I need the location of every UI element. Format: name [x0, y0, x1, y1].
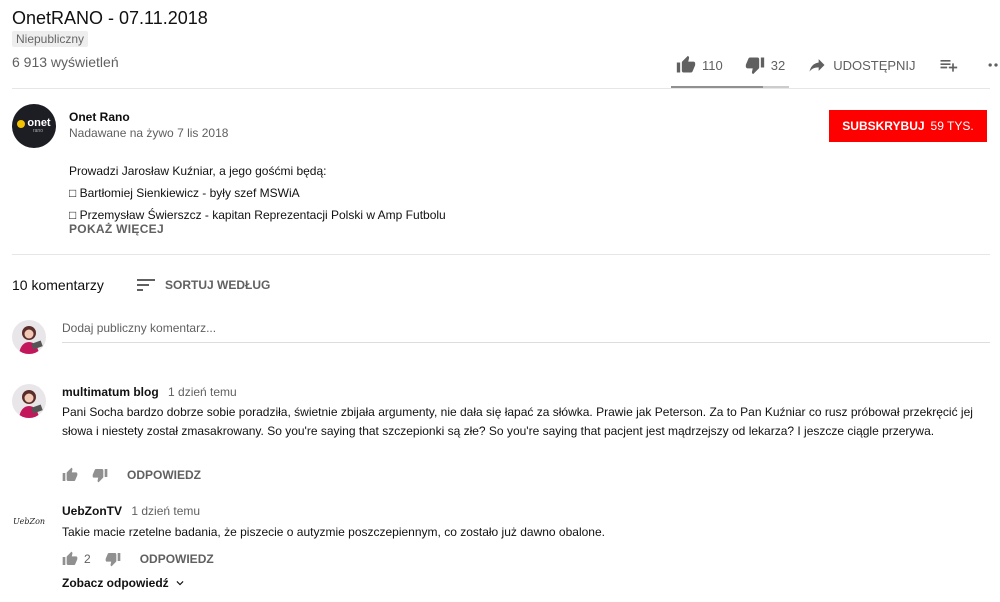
- comment-actions: 2 ODPOWIEDZ: [62, 551, 214, 567]
- chevron-down-icon: [176, 581, 184, 586]
- thumb-up-icon: [676, 55, 696, 73]
- video-title: OnetRANO - 07.11.2018: [12, 8, 208, 28]
- more-icon: [988, 63, 1000, 67]
- subscribe-label: SUBSKRYBUJ: [842, 119, 925, 133]
- reply-button[interactable]: ODPOWIEDZ: [140, 552, 214, 566]
- subscribe-button[interactable]: SUBSKRYBUJ 59 TYS.: [829, 110, 987, 142]
- channel-name[interactable]: Onet Rano: [69, 110, 130, 124]
- channel-avatar[interactable]: onet rano: [12, 104, 56, 148]
- comment-author[interactable]: UebZonTV: [62, 504, 122, 518]
- divider: [12, 88, 990, 89]
- more-actions-button[interactable]: [986, 55, 1000, 75]
- like-count: 110: [702, 57, 723, 73]
- thumb-down-icon[interactable]: [92, 467, 108, 483]
- author-avatar-image: [12, 384, 46, 418]
- add-comment-input[interactable]: Dodaj publiczny komentarz...: [62, 321, 216, 335]
- share-label: UDOSTĘPNIJ: [833, 57, 916, 73]
- playlist-add-icon: [940, 60, 957, 72]
- comment-header: UebZonTV 1 dzień temu: [62, 504, 200, 518]
- comment-header: multimatum blog 1 dzień temu: [62, 385, 237, 399]
- divider: [12, 254, 990, 255]
- view-count: 6 913 wyświetleń: [12, 54, 119, 70]
- dislike-count: 32: [770, 57, 786, 73]
- comment-author[interactable]: multimatum blog: [62, 385, 159, 399]
- sort-icon: [137, 279, 155, 291]
- comment-actions: ODPOWIEDZ: [62, 467, 201, 483]
- thumb-down-icon: [745, 57, 764, 75]
- view-replies-button[interactable]: Zobacz odpowiedź: [62, 576, 187, 590]
- comment-text: Pani Socha bardzo dobrze sobie poradziła…: [62, 405, 973, 438]
- publish-date: Nadawane na żywo 7 lis 2018: [69, 126, 229, 140]
- share-button[interactable]: UDOSTĘPNIJ: [807, 55, 916, 75]
- sort-button[interactable]: SORTUJ WEDŁUG: [137, 277, 270, 293]
- avatar-text: UebZon: [12, 516, 46, 526]
- comment-text: Takie macie rzetelne badania, że piszeci…: [62, 525, 605, 539]
- reply-button[interactable]: ODPOWIEDZ: [127, 468, 201, 482]
- description-line: □ Bartłomiej Sienkiewicz - były szef MSW…: [69, 186, 300, 200]
- comment-count: 10 komentarzy: [12, 277, 104, 293]
- thumb-down-icon[interactable]: [105, 551, 121, 567]
- comment-time[interactable]: 1 dzień temu: [168, 385, 237, 399]
- comment-like-count: 2: [84, 552, 91, 566]
- view-replies-label: Zobacz odpowiedź: [62, 576, 169, 590]
- privacy-badge: Niepubliczny: [12, 31, 89, 47]
- comment-author-avatar[interactable]: UebZon: [12, 504, 46, 538]
- user-avatar[interactable]: [12, 320, 46, 354]
- add-comment-underline: [62, 342, 990, 343]
- video-actions: 110 32 UDOSTĘPNIJ: [676, 54, 1000, 76]
- thumb-up-icon[interactable]: [62, 467, 78, 483]
- show-more-button[interactable]: POKAŻ WIĘCEJ: [69, 222, 164, 236]
- dislike-button[interactable]: 32: [745, 55, 785, 75]
- add-to-playlist-button[interactable]: [938, 55, 964, 75]
- thumb-up-icon[interactable]: [62, 551, 78, 567]
- comment-author-avatar[interactable]: [12, 384, 46, 418]
- share-icon: [809, 59, 825, 72]
- channel-logo: onet rano: [17, 118, 51, 134]
- logo-subtext: rano: [32, 128, 43, 134]
- logo-dot-icon: [17, 119, 26, 128]
- subscriber-count: 59 TYS.: [930, 119, 974, 133]
- description-line: Prowadzi Jarosław Kuźniar, a jego gośćmi…: [69, 164, 327, 178]
- video-description: Prowadzi Jarosław Kuźniar, a jego gośćmi…: [69, 160, 446, 226]
- like-button[interactable]: 110: [676, 55, 723, 75]
- comment-time[interactable]: 1 dzień temu: [131, 504, 200, 518]
- sort-label: SORTUJ WEDŁUG: [165, 278, 271, 292]
- user-avatar-image: [12, 320, 46, 354]
